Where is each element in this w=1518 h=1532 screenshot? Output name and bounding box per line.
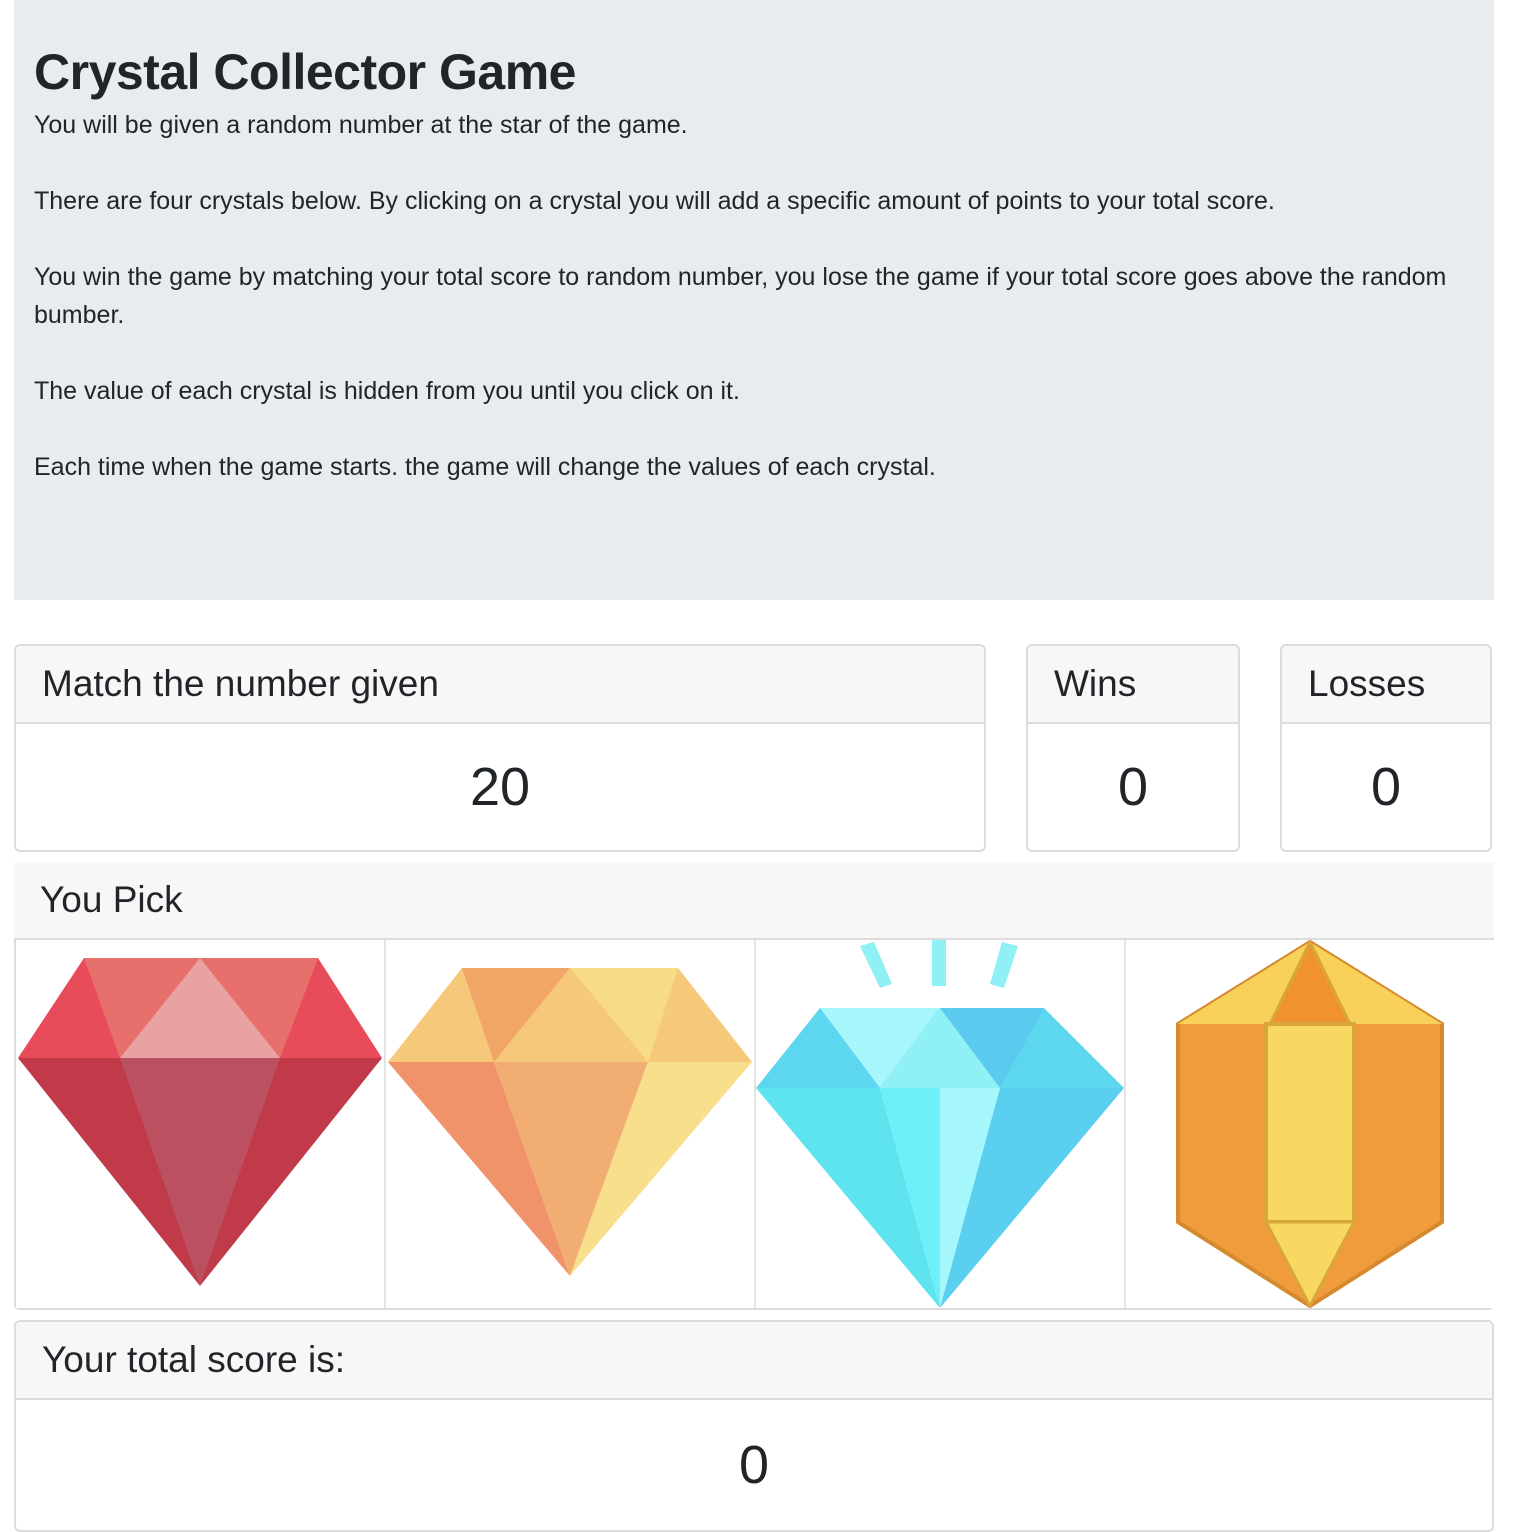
wins-card: Wins 0 <box>1026 644 1240 852</box>
wins-value: 0 <box>1117 757 1149 817</box>
crystal-button-orange[interactable] <box>386 940 756 1308</box>
instruction-4: The value of each crystal is hidden from… <box>34 377 740 405</box>
total-score-card: Your total score is: 0 <box>14 1320 1494 1532</box>
blue-diamond-icon <box>756 940 1124 1308</box>
wins-label: Wins <box>1028 646 1238 724</box>
page-title: Crystal Collector Game <box>34 44 576 100</box>
target-number-label: Match the number given <box>16 646 984 724</box>
crystal-row <box>14 940 1494 1310</box>
instruction-2: There are four crystals below. By clicki… <box>34 187 1275 215</box>
target-number-value: 20 <box>469 757 531 817</box>
instruction-1: You will be given a random number at the… <box>34 111 688 139</box>
instructions-panel: Crystal Collector Game You will be given… <box>14 0 1494 600</box>
target-number-card: Match the number given 20 <box>14 644 986 852</box>
red-gem-icon <box>18 958 382 1286</box>
crystal-button-blue[interactable] <box>756 940 1126 1308</box>
orange-gem-icon <box>388 968 752 1276</box>
losses-card: Losses 0 <box>1280 644 1492 852</box>
crystal-button-red[interactable] <box>16 940 386 1308</box>
losses-label: Losses <box>1282 646 1490 724</box>
amber-crystal-icon <box>1176 940 1444 1308</box>
total-score-label: Your total score is: <box>16 1322 1492 1400</box>
pick-header: You Pick <box>14 862 1494 940</box>
crystal-button-amber[interactable] <box>1126 940 1494 1308</box>
instruction-5: Each time when the game starts. the game… <box>34 453 936 481</box>
total-score-value: 0 <box>738 1435 770 1495</box>
instruction-3: You win the game by matching your total … <box>34 263 1447 329</box>
losses-value: 0 <box>1370 757 1402 817</box>
